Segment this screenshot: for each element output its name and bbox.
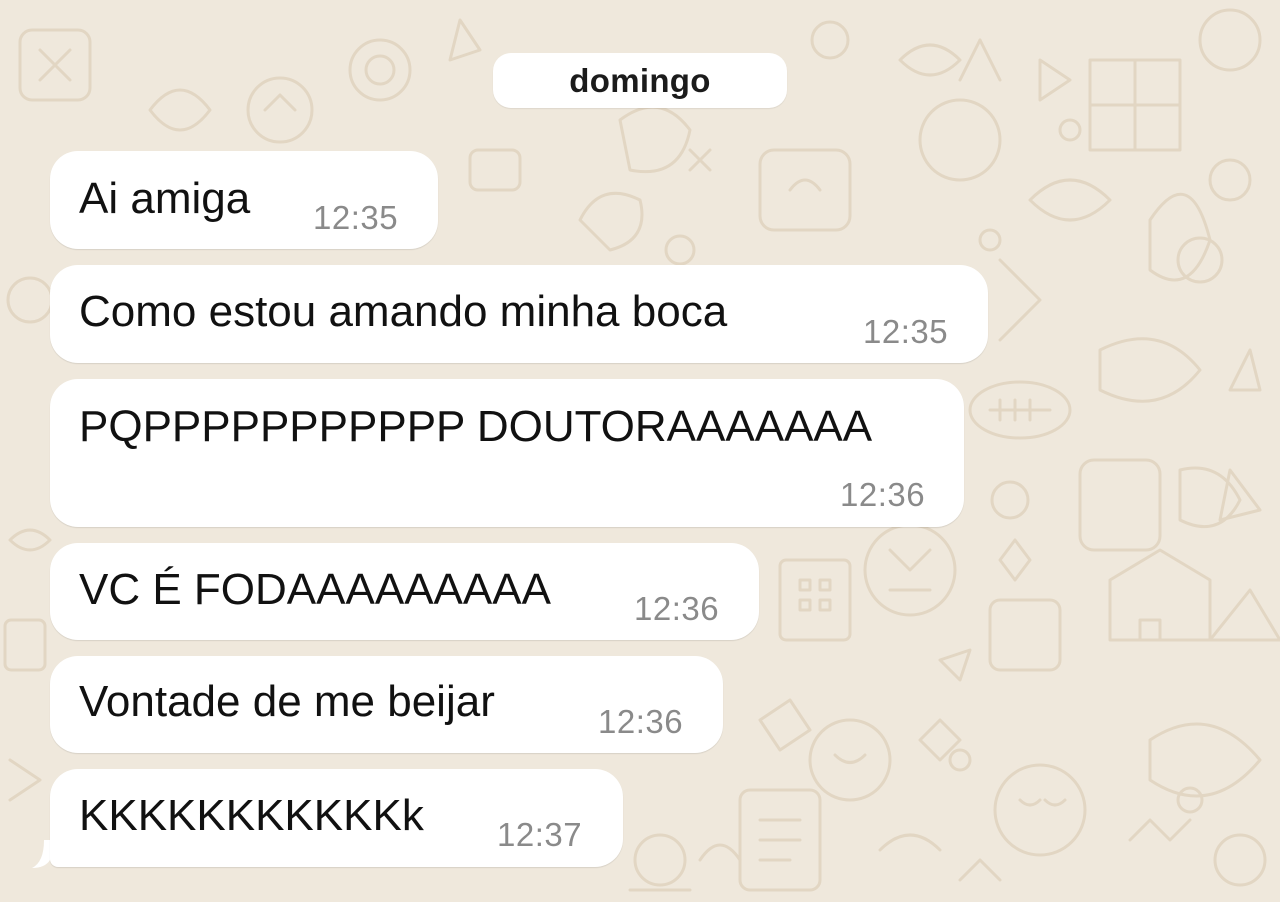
message-time: 12:37 xyxy=(497,816,583,853)
date-divider: domingo xyxy=(493,53,787,108)
message-time: 12:36 xyxy=(840,476,926,513)
message-text: Ai amiga xyxy=(79,174,251,223)
message-text: KKKKKKKKKKKk xyxy=(79,791,424,840)
message-bubble[interactable]: Como estou amando minha boca 12:35 xyxy=(50,265,988,363)
message-time: 12:36 xyxy=(598,703,684,740)
message-time: 12:35 xyxy=(313,199,399,236)
message-time: 12:35 xyxy=(863,313,949,350)
message-text: VC É FODAAAAAAAAA xyxy=(79,565,551,614)
message-text: PQPPPPPPPPPPP DOUTORAAAAAAA xyxy=(79,402,873,451)
message-text: Como estou amando minha boca xyxy=(79,287,728,336)
message-bubble[interactable]: PQPPPPPPPPPPP DOUTORAAAAAAA 12:36 xyxy=(50,379,964,527)
message-bubble[interactable]: Vontade de me beijar 12:36 xyxy=(50,656,723,753)
message-bubble[interactable]: Ai amiga 12:35 xyxy=(50,151,438,249)
message-bubble[interactable]: VC É FODAAAAAAAAA 12:36 xyxy=(50,543,759,640)
message-text: Vontade de me beijar xyxy=(79,677,495,726)
date-label: domingo xyxy=(569,61,711,99)
message-time: 12:36 xyxy=(634,590,720,627)
message-bubble[interactable]: KKKKKKKKKKKk 12:37 xyxy=(50,769,623,867)
